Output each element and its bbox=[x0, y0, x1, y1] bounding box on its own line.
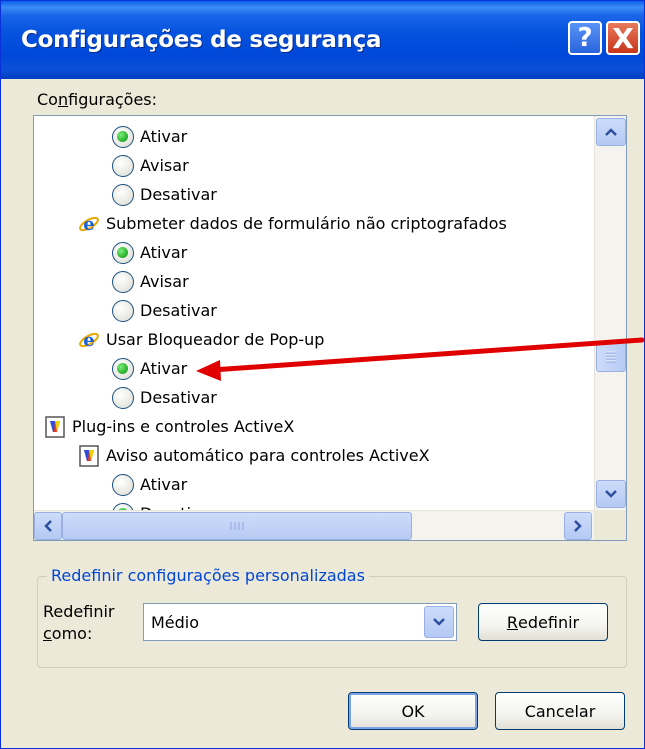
annotation-arrow bbox=[196, 337, 645, 381]
